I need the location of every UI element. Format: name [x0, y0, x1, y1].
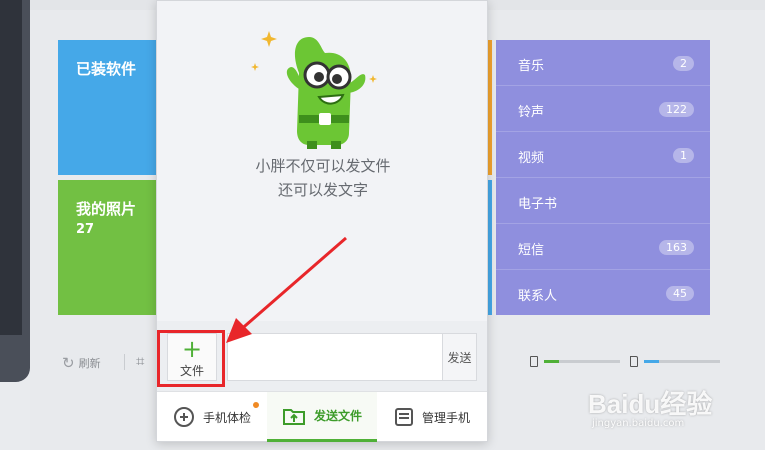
- refresh-button[interactable]: ↻ 刷新: [62, 354, 101, 372]
- list-item-label: 电子书: [518, 197, 558, 212]
- highlight-box: [157, 330, 225, 387]
- count-badge: 1: [673, 148, 694, 163]
- send-button[interactable]: 发送: [442, 333, 477, 381]
- tile-installed-software[interactable]: 已装软件: [58, 40, 158, 175]
- tab-phone-check[interactable]: 手机体检: [157, 392, 267, 442]
- phone-storage-meter: [530, 356, 620, 367]
- list-item[interactable]: 铃声 122: [496, 86, 710, 132]
- panel-message-line1: 小胖不仅可以发文件: [255, 157, 391, 175]
- sd-card-icon: [630, 356, 638, 367]
- tab-manage-phone[interactable]: 管理手机: [377, 392, 487, 442]
- count-badge: 163: [659, 240, 694, 255]
- watermark-main: Baidu经验: [588, 389, 713, 419]
- list-item-label: 短信: [518, 243, 545, 258]
- tab-send-file-label: 发送文件: [313, 409, 362, 423]
- tile-my-photos[interactable]: 我的照片 27: [58, 180, 158, 315]
- refresh-icon: ↻: [62, 354, 75, 372]
- count-badge: 122: [659, 102, 694, 117]
- list-item[interactable]: 短信 163: [496, 224, 710, 270]
- storage-fill: [544, 360, 560, 363]
- list-item-label: 视频: [518, 151, 545, 166]
- list-item[interactable]: 音乐 2: [496, 40, 710, 86]
- storage-bar: [544, 360, 620, 363]
- health-check-icon: [173, 407, 194, 427]
- message-input[interactable]: [227, 333, 477, 381]
- baidu-watermark: Baidu经验 jingyan.baidu.com: [588, 384, 728, 434]
- list-item[interactable]: 电子书: [496, 178, 710, 224]
- tile-photos-count: 27: [76, 222, 95, 237]
- tab-send-file[interactable]: 发送文件: [267, 392, 377, 442]
- send-file-icon: [282, 408, 305, 425]
- count-badge: 2: [673, 56, 694, 71]
- phone-screen: [0, 0, 22, 335]
- list-item[interactable]: 视频 1: [496, 132, 710, 178]
- tile-photos-title: 我的照片: [76, 200, 137, 218]
- sd-storage-meter: [630, 356, 720, 367]
- refresh-label: 刷新: [78, 357, 101, 370]
- count-badge: 45: [666, 286, 694, 301]
- panel-tabs: 手机体检 发送文件 管理手机: [157, 391, 487, 442]
- list-item-label: 联系人: [518, 289, 558, 304]
- watermark-sub: jingyan.baidu.com: [592, 418, 685, 429]
- storage-fill: [644, 360, 660, 363]
- panel-message-line2: 还可以发文字: [277, 181, 368, 199]
- manage-phone-icon: [394, 408, 413, 426]
- list-item-label: 铃声: [518, 105, 545, 120]
- list-item[interactable]: 联系人 45: [496, 270, 710, 316]
- tile-installed-title: 已装软件: [76, 60, 137, 78]
- tab-phone-check-label: 手机体检: [202, 410, 251, 425]
- phone-preview: [0, 0, 30, 382]
- phone-icon: [530, 356, 538, 367]
- list-item-label: 音乐: [518, 59, 545, 74]
- toolbar-divider: [124, 354, 125, 370]
- storage-bar: [644, 360, 720, 363]
- mascot-icon: [251, 31, 377, 149]
- tab-manage-phone-label: 管理手机: [421, 410, 470, 425]
- notification-dot: [253, 402, 259, 408]
- crop-icon[interactable]: ⌗: [136, 352, 144, 370]
- media-list: 音乐 2 铃声 122 视频 1 电子书 短信 163 联系人 45: [496, 40, 710, 315]
